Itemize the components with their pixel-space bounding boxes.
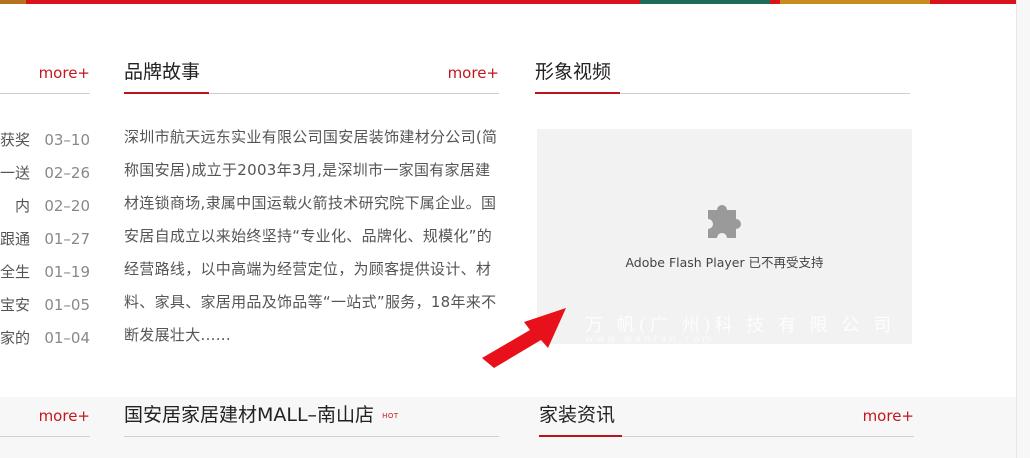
news-item-date: 01–05: [44, 295, 90, 314]
news-list-item[interactable]: 宝安 01–05: [0, 288, 90, 321]
news-list-item[interactable]: 一送 02–26: [0, 156, 90, 189]
news-item-title[interactable]: 跟通: [0, 228, 30, 249]
flash-video-player[interactable]: Adobe Flash Player 已不再受支持 万 帆(广 州)科 技 有 …: [537, 129, 912, 345]
news-item-date: 01–04: [44, 328, 90, 347]
news-item-date: 01–19: [44, 262, 90, 281]
news-item-title[interactable]: 一送: [0, 162, 30, 183]
video-section-header: 形象视频: [535, 61, 910, 94]
banner-decoration: [640, 0, 770, 4]
news-list-item[interactable]: 获奖 03–10: [0, 123, 90, 156]
news-list-item[interactable]: 家的 01–04: [0, 321, 90, 354]
news-list-item[interactable]: 全生 01–19: [0, 255, 90, 288]
watermark-url: www.wanfan.com: [585, 334, 715, 345]
mall-section-title: 国安居家居建材MALL–南山店 HOT: [124, 400, 399, 427]
news-item-title[interactable]: 全生: [0, 261, 30, 282]
red-arrow-annotation: [482, 308, 566, 368]
bottom-left-header: more+: [0, 405, 90, 437]
brand-story-text: 深圳市航天远东实业有限公司国安居装饰建材分公司(简称国安居)成立于2003年3月…: [124, 128, 498, 344]
mall-section-header: 国安居家居建材MALL–南山店 HOT: [124, 404, 499, 437]
banner-decoration: [780, 0, 930, 4]
news-more-link[interactable]: more+: [39, 64, 90, 82]
news-list: 获奖 03–10 一送 02–26 内 02–20 跟通 01–27 全生 01–19 宝安 01–0…: [0, 123, 90, 354]
home-news-header: 家装资讯 more+: [539, 404, 914, 437]
hot-badge: HOT: [382, 411, 399, 420]
page-edge: [1016, 0, 1030, 458]
flash-unsupported-message: Adobe Flash Player 已不再受支持: [625, 255, 824, 270]
home-news-underline: [539, 435, 622, 437]
news-section-header: more+: [0, 62, 90, 94]
video-section-underline: [535, 92, 620, 94]
brand-story-underline: [124, 92, 209, 94]
news-item-date: 02–20: [44, 196, 90, 215]
home-news-title: 家装资讯: [539, 404, 616, 426]
news-list-item[interactable]: 跟通 01–27: [0, 222, 90, 255]
video-section-title: 形象视频: [535, 61, 612, 83]
puzzle-icon: [708, 204, 741, 238]
brand-story-more-link[interactable]: more+: [448, 64, 499, 82]
news-item-date: 02–26: [44, 163, 90, 182]
home-news-more-link[interactable]: more+: [863, 407, 914, 425]
news-item-title[interactable]: 家的: [0, 327, 30, 348]
news-item-date: 01–27: [44, 229, 90, 248]
news-item-title[interactable]: 获奖: [0, 129, 30, 150]
bottom-left-more-link[interactable]: more+: [39, 407, 90, 425]
top-banner: [0, 0, 1030, 4]
brand-story-title: 品牌故事: [124, 61, 201, 83]
news-item-title[interactable]: 内: [0, 195, 30, 216]
news-item-date: 03–10: [44, 130, 90, 149]
brand-story-header: 品牌故事 more+: [124, 61, 499, 94]
news-item-title[interactable]: 宝安: [0, 294, 30, 315]
banner-decoration: [0, 0, 26, 4]
mall-title-text: 国安居家居建材MALL–南山店: [124, 404, 375, 426]
news-list-item[interactable]: 内 02–20: [0, 189, 90, 222]
